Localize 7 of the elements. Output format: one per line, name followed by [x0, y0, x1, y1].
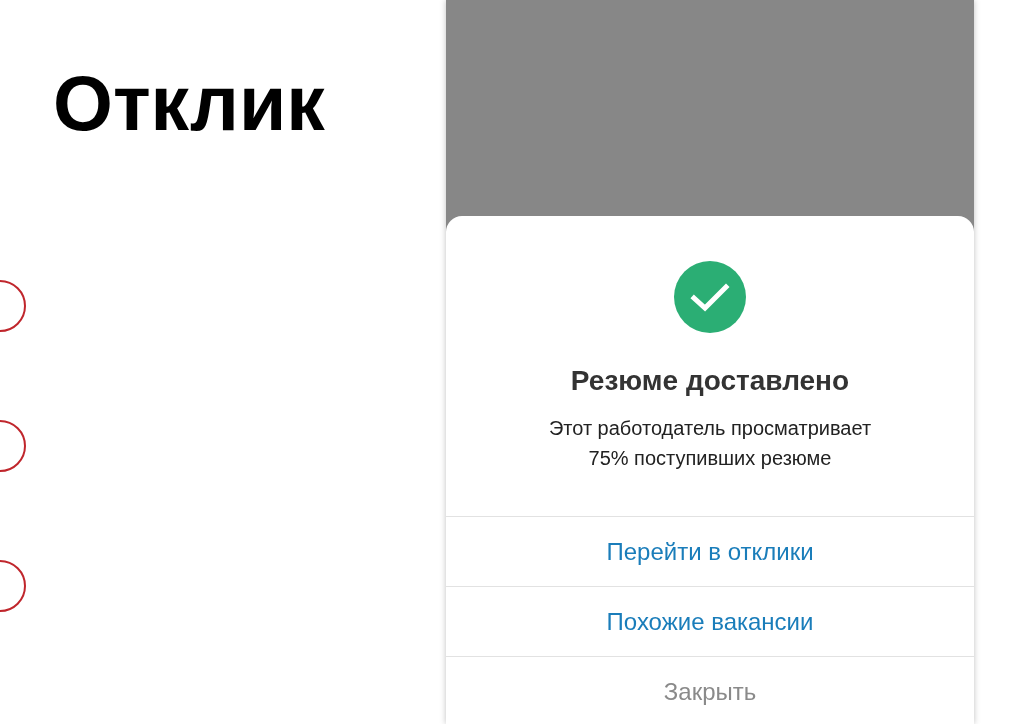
check-circle-icon: [674, 261, 746, 333]
page-heading: Отклик: [53, 59, 325, 148]
dialog-message: Этот работодатель просматривает 75% поступивших резюме: [547, 416, 873, 471]
ring-icon: [0, 280, 26, 332]
ring-icon: [0, 420, 26, 472]
dialog-title: Резюме доставлено: [570, 366, 850, 396]
ring-icon: [0, 560, 26, 612]
